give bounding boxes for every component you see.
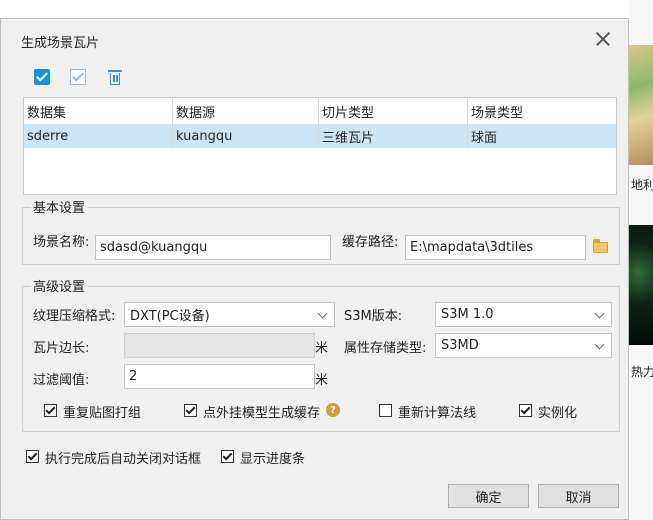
show-progress-checkbox[interactable] xyxy=(221,450,234,463)
cache-path-input[interactable]: E:\mapdata\3dtiles xyxy=(405,235,586,260)
texture-compression-value: DXT(PC设备) xyxy=(130,309,210,324)
dialog-title: 生成场景瓦片 xyxy=(21,36,100,51)
unselect-all-icon[interactable] xyxy=(70,69,86,85)
cancel-button[interactable]: 取消 xyxy=(538,484,619,508)
background-label: 地利 xyxy=(631,178,653,192)
repeat-texture-group-label: 重复贴图打组 xyxy=(63,406,142,421)
table-header: 数据集 数据源 切片类型 场景类型 xyxy=(24,98,616,125)
trash-lid xyxy=(108,70,122,72)
trash-can xyxy=(110,73,120,85)
s3m-version-select[interactable]: S3M 1.0 xyxy=(435,302,612,327)
trash-icon[interactable] xyxy=(107,69,123,85)
background-label: 热力 xyxy=(631,365,653,379)
ok-button[interactable]: 确定 xyxy=(448,484,529,508)
tile-edge-label: 瓦片边长: xyxy=(33,341,90,356)
help-icon[interactable]: ? xyxy=(326,403,340,417)
instancing-label: 实例化 xyxy=(538,406,578,421)
tile-edge-input[interactable] xyxy=(124,333,315,358)
generate-scene-tiles-dialog: 生成场景瓦片 数据集 数据源 切片类型 场景类型 sderre kuangqu … xyxy=(0,18,629,520)
scene-name-label: 场景名称: xyxy=(33,235,90,250)
texture-compression-label: 纹理压缩格式: xyxy=(33,309,116,324)
filter-threshold-unit: 米 xyxy=(315,373,329,388)
table-cell: kuangqu xyxy=(173,124,319,148)
instancing-checkbox[interactable] xyxy=(519,404,532,417)
s3m-version-value: S3M 1.0 xyxy=(441,307,494,322)
table-cell: 三维瓦片 xyxy=(319,124,468,148)
background-map-thumbnail xyxy=(629,45,653,165)
show-progress-label: 显示进度条 xyxy=(240,452,306,467)
advanced-settings-title: 高级设置 xyxy=(31,276,88,295)
table-cell: sderre xyxy=(24,124,173,148)
filter-threshold-label: 过滤阈值: xyxy=(33,373,90,388)
select-all-icon[interactable] xyxy=(34,69,50,85)
column-header-datasource: 数据源 xyxy=(173,98,319,124)
point-model-cache-label: 点外挂模型生成缓存 xyxy=(203,406,321,421)
column-header-scene-type: 场景类型 xyxy=(471,105,524,121)
texture-compression-select[interactable]: DXT(PC设备) xyxy=(124,302,335,327)
recompute-normals-label: 重新计算法线 xyxy=(398,406,477,421)
attribute-storage-select[interactable]: S3MD xyxy=(435,333,612,358)
s3m-version-label: S3M版本: xyxy=(344,309,403,324)
chevron-down-icon xyxy=(594,339,605,350)
folder-icon[interactable] xyxy=(593,239,608,253)
column-header-dataset: 数据集 xyxy=(24,98,173,124)
attribute-storage-value: S3MD xyxy=(441,338,479,353)
auto-close-label: 执行完成后自动关闭对话框 xyxy=(45,452,202,467)
column-header-tile-type: 切片类型 xyxy=(319,98,468,124)
cache-path-label: 缓存路径: xyxy=(342,235,399,250)
filter-threshold-input[interactable]: 2 xyxy=(124,364,315,389)
attribute-storage-label: 属性存储类型: xyxy=(344,341,427,356)
chevron-down-icon xyxy=(317,308,328,319)
table-row[interactable]: sderre kuangqu 三维瓦片 球面 xyxy=(24,124,616,148)
table-cell: 球面 xyxy=(471,130,498,146)
auto-close-checkbox[interactable] xyxy=(26,450,39,463)
close-icon[interactable] xyxy=(593,29,613,49)
point-model-cache-checkbox[interactable] xyxy=(184,404,197,417)
repeat-texture-group-checkbox[interactable] xyxy=(44,404,57,417)
scene-name-input[interactable]: sdasd@kuangqu xyxy=(95,235,331,260)
basic-settings-title: 基本设置 xyxy=(31,197,88,216)
tile-edge-unit: 米 xyxy=(315,341,329,356)
dataset-table[interactable]: 数据集 数据源 切片类型 场景类型 sderre kuangqu 三维瓦片 球面 xyxy=(23,97,617,195)
background-heatmap-thumbnail xyxy=(629,225,653,345)
chevron-down-icon xyxy=(594,308,605,319)
recompute-normals-checkbox[interactable] xyxy=(379,404,392,417)
